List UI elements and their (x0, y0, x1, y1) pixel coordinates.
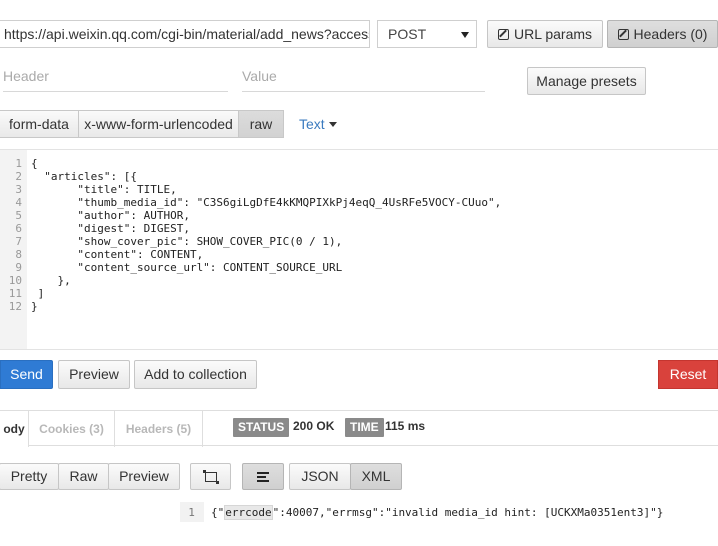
code-line: } (31, 300, 38, 313)
preview-button[interactable]: Preview (58, 360, 130, 389)
url-params-button[interactable]: URL params (487, 20, 603, 48)
line-number: 2 (15, 170, 22, 183)
edit-icon (617, 29, 629, 40)
header-value-input[interactable]: Value (242, 62, 485, 92)
line-number: 7 (15, 235, 22, 248)
line-number: 12 (8, 300, 22, 313)
status-value: 200 OK (293, 419, 335, 433)
header-key-input[interactable]: Header (3, 62, 228, 92)
view-raw-button[interactable]: Raw (58, 463, 109, 490)
view-preview-button[interactable]: Preview (108, 463, 180, 490)
format-json-button[interactable]: JSON (289, 463, 351, 490)
method-select[interactable]: POST (377, 20, 477, 48)
tab-x-www-form-urlencoded[interactable]: x-www-form-urlencoded (78, 110, 239, 138)
line-number: 1 (15, 157, 22, 170)
code-line: "author": AUTHOR, (31, 209, 190, 222)
line-number: 6 (15, 222, 22, 235)
code-line: "thumb_media_id": "C3S6giLgDfE4kKMQPIXkP… (31, 196, 502, 209)
wrap-toggle-button[interactable] (190, 463, 231, 490)
line-number: 10 (8, 274, 22, 287)
editor-gutter: 1 2 3 4 5 6 7 8 9 10 11 12 (0, 150, 27, 349)
format-lines-button[interactable] (242, 463, 284, 490)
format-xml-button[interactable]: XML (350, 463, 402, 490)
response-highlight: errcode (224, 505, 273, 520)
code-line: "content_source_url": CONTENT_SOURCE_URL (31, 261, 343, 274)
code-line: { (31, 157, 38, 170)
body-type-dropdown[interactable]: Text (299, 116, 337, 132)
time-value: 115 ms (385, 419, 426, 433)
response-line-number: 1 (188, 506, 195, 519)
time-badge: TIME (345, 418, 384, 437)
tab-form-data[interactable]: form-data (0, 110, 79, 138)
code-line: "digest": DIGEST, (31, 222, 190, 235)
line-number: 9 (15, 261, 22, 274)
wrap-icon (202, 469, 219, 484)
body-type-tabs: form-data x-www-form-urlencoded raw (0, 110, 285, 138)
response-suffix: ":40007,"errmsg":"invalid media_id hint:… (272, 506, 664, 519)
response-prefix: {" (211, 506, 225, 519)
code-line: "title": TITLE, (31, 183, 177, 196)
code-line: "articles": [{ (31, 170, 137, 183)
edit-icon (497, 29, 509, 40)
tab-raw[interactable]: raw (238, 110, 284, 138)
url-input[interactable]: https://api.weixin.qq.com/cgi-bin/materi… (0, 20, 370, 48)
tab-response-headers[interactable]: Headers (5) (115, 411, 203, 447)
tab-response-cookies[interactable]: Cookies (3) (29, 411, 115, 447)
caret-down-icon (328, 122, 337, 127)
body-type-label: Text (299, 116, 325, 132)
line-number: 8 (15, 248, 22, 261)
line-number: 4 (15, 196, 22, 209)
raw-body-editor[interactable]: 1 2 3 4 5 6 7 8 9 10 11 12 { "articles":… (0, 149, 718, 350)
status-badge: STATUS (233, 418, 290, 437)
code-line: }, (31, 274, 71, 287)
response-body: {"errcode":40007,"errmsg":"invalid media… (211, 505, 664, 520)
code-line: "show_cover_pic": SHOW_COVER_PIC(0 / 1), (31, 235, 343, 248)
tab-response-body[interactable]: ody (0, 411, 29, 447)
caret-down-icon (461, 32, 469, 38)
send-button[interactable]: Send (0, 360, 53, 389)
url-params-label: URL params (513, 26, 593, 42)
line-number: 11 (8, 287, 22, 300)
manage-presets-button[interactable]: Manage presets (527, 67, 646, 95)
reset-button[interactable]: Reset (658, 360, 718, 389)
add-to-collection-button[interactable]: Add to collection (134, 360, 257, 389)
view-pretty-button[interactable]: Pretty (0, 463, 59, 490)
code-line: "content": CONTENT, (31, 248, 204, 261)
line-number: 5 (15, 209, 22, 222)
lines-icon (257, 471, 269, 482)
headers-label: Headers (0) (633, 26, 708, 42)
line-number: 3 (15, 183, 22, 196)
method-value: POST (388, 26, 427, 42)
headers-button[interactable]: Headers (0) (607, 20, 718, 48)
code-line: ] (31, 287, 45, 300)
